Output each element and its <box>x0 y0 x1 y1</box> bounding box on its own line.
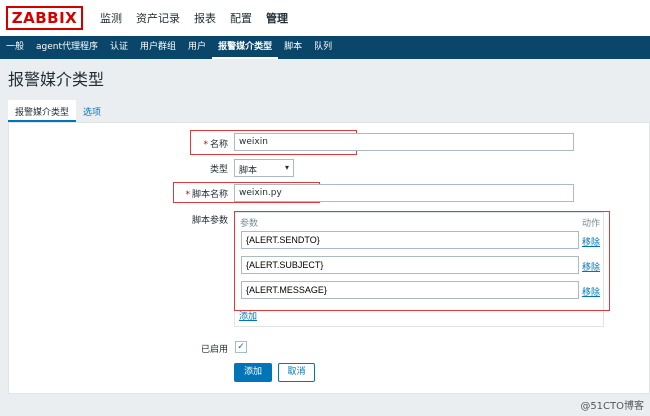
script-params-label: 脚本参数 <box>191 216 228 226</box>
type-label: 类型 <box>209 165 228 175</box>
required-marker: * <box>203 140 208 150</box>
top-bar: ZABBIX 监测 资产记录 报表 配置 管理 <box>0 0 650 36</box>
subnav-authentication[interactable]: 认证 <box>104 36 134 59</box>
main-menu: 监测 资产记录 报表 配置 管理 <box>93 10 295 26</box>
script-name-field[interactable] <box>234 184 574 202</box>
name-label: * 名称 <box>203 140 228 150</box>
enabled-checkbox[interactable]: ✓ <box>235 341 247 353</box>
subnav-users[interactable]: 用户 <box>182 36 212 59</box>
subnav-scripts[interactable]: 脚本 <box>278 36 308 59</box>
chevron-down-icon: ▾ <box>284 163 289 172</box>
zabbix-logo[interactable]: ZABBIX <box>6 6 83 30</box>
subnav-media-types[interactable]: 报警媒介类型 <box>212 36 279 59</box>
main-menu-inventory[interactable]: 资产记录 <box>129 10 187 26</box>
add-button[interactable]: 添加 <box>234 363 272 382</box>
main-menu-configuration[interactable]: 配置 <box>223 10 259 26</box>
tab-options[interactable]: 选项 <box>76 100 108 122</box>
highlight-box-params <box>234 211 610 311</box>
watermark: @51CTO博客 <box>580 401 644 412</box>
required-marker: * <box>185 190 190 200</box>
subnav-queue[interactable]: 队列 <box>308 36 338 59</box>
name-field[interactable] <box>234 133 574 151</box>
subnav-proxies[interactable]: agent代理程序 <box>30 36 104 59</box>
tab-media-type[interactable]: 报警媒介类型 <box>8 100 77 122</box>
subnav-general[interactable]: 一般 <box>0 36 30 59</box>
page-title: 报警媒介类型 <box>8 70 105 89</box>
type-select[interactable]: 脚本 ▾ <box>234 159 294 177</box>
main-menu-reports[interactable]: 报表 <box>187 10 223 26</box>
enabled-label: 已启用 <box>200 345 228 355</box>
cancel-button[interactable]: 取消 <box>278 363 315 382</box>
main-menu-monitoring[interactable]: 监测 <box>93 10 129 26</box>
main-menu-administration[interactable]: 管理 <box>259 10 295 26</box>
form-tabs: 报警媒介类型 选项 <box>8 100 108 122</box>
type-select-value: 脚本 <box>239 166 258 176</box>
subnav-user-groups[interactable]: 用户群组 <box>134 36 182 59</box>
sub-nav: 一般 agent代理程序 认证 用户群组 用户 报警媒介类型 脚本 队列 <box>0 36 650 59</box>
script-name-label: * 脚本名称 <box>185 190 228 200</box>
